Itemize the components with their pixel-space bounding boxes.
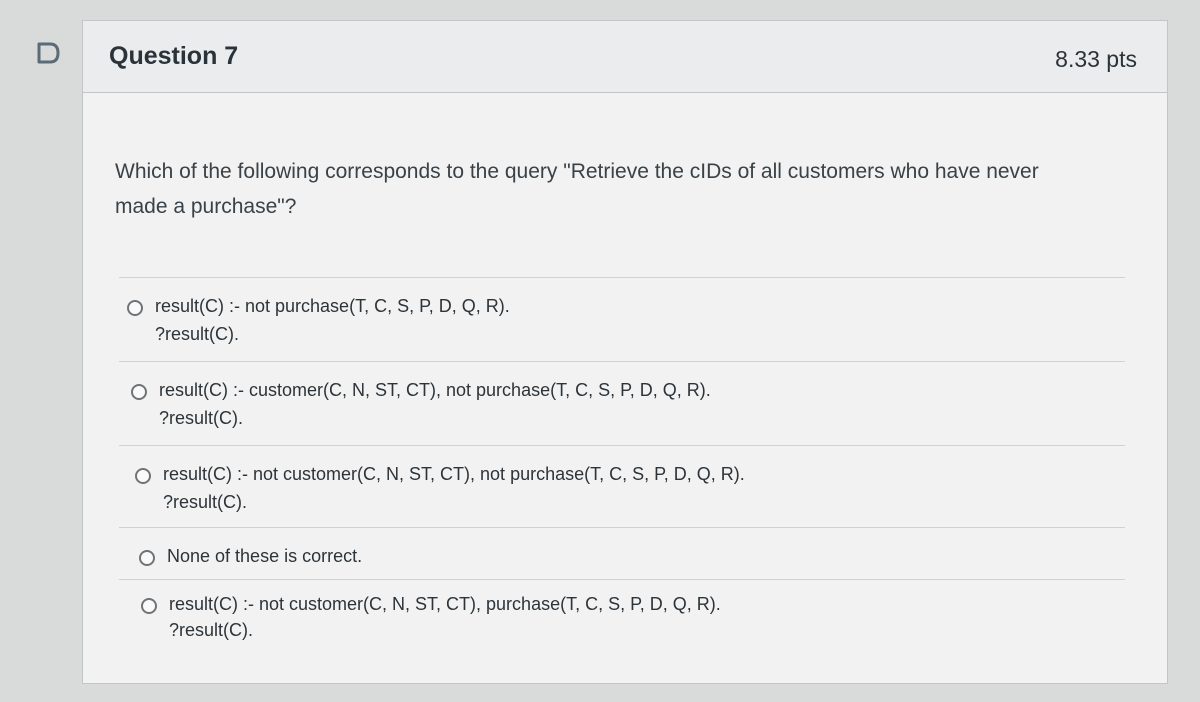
radio-button-icon[interactable]: [141, 598, 157, 614]
answer-line-2: ?result(C).: [169, 620, 254, 640]
answer-line-2: ?result(C).: [155, 324, 240, 344]
answer-option-4[interactable]: None of these is correct.: [119, 527, 1125, 579]
answer-option-5[interactable]: result(C) :- not customer(C, N, ST, CT),…: [119, 579, 1125, 653]
answer-option-3[interactable]: result(C) :- not customer(C, N, ST, CT),…: [119, 445, 1125, 527]
answer-line-2: ?result(C).: [163, 492, 248, 512]
answer-option-2[interactable]: result(C) :- customer(C, N, ST, CT), not…: [119, 361, 1125, 445]
answer-list: result(C) :- not purchase(T, C, S, P, D,…: [119, 277, 1125, 653]
question-title: Question 7: [109, 42, 239, 70]
radio-button-icon[interactable]: [131, 384, 147, 400]
question-header: Question 7 8.33 pts: [83, 21, 1167, 93]
radio-button-icon[interactable]: [135, 468, 151, 484]
flag-question-icon[interactable]: [36, 42, 62, 64]
radio-button-icon[interactable]: [127, 300, 143, 316]
question-points: 8.33 pts: [1055, 46, 1137, 72]
question-card: Question 7 8.33 pts Which of the followi…: [82, 20, 1168, 684]
answer-line-1: None of these is correct.: [167, 546, 363, 566]
answer-line-1: result(C) :- customer(C, N, ST, CT), not…: [159, 380, 711, 400]
answer-line-1: result(C) :- not purchase(T, C, S, P, D,…: [155, 296, 510, 316]
question-text: Which of the following corresponds to th…: [115, 160, 1039, 218]
answer-line-1: result(C) :- not customer(C, N, ST, CT),…: [163, 464, 745, 484]
answer-option-1[interactable]: result(C) :- not purchase(T, C, S, P, D,…: [119, 277, 1125, 361]
answer-line-1: result(C) :- not customer(C, N, ST, CT),…: [169, 594, 721, 614]
answer-line-2: ?result(C).: [159, 408, 244, 428]
radio-button-icon[interactable]: [139, 550, 155, 566]
